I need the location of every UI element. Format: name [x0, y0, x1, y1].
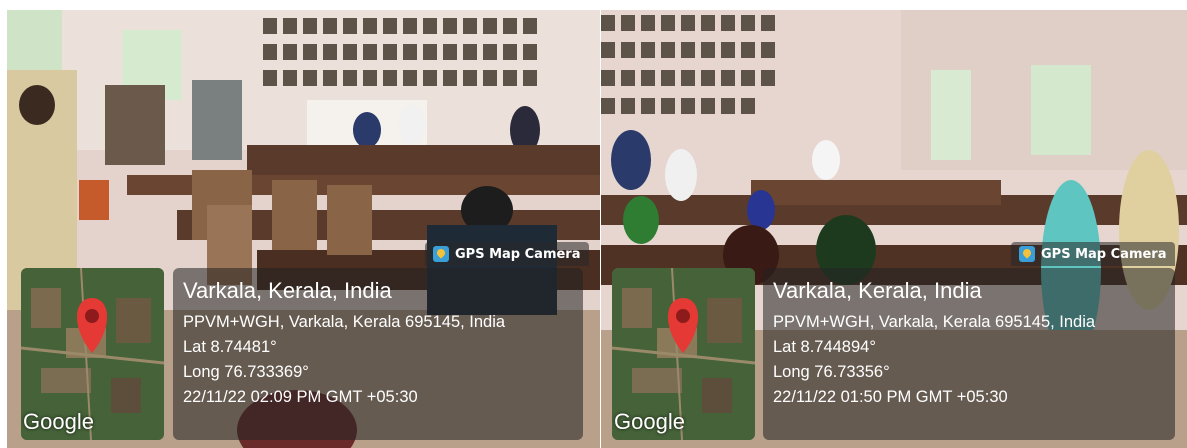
gps-map-camera-label: GPS Map Camera: [1041, 246, 1167, 262]
gps-map-camera-icon: [1019, 246, 1035, 262]
address-line: PPVM+WGH, Varkala, Kerala 695145, India: [183, 313, 506, 331]
satellite-map-thumbnail: Google: [612, 268, 755, 440]
place-name: Varkala, Kerala, India: [773, 278, 982, 303]
satellite-map-thumbnail: Google: [21, 268, 164, 440]
latitude-line: Lat 8.744894°: [773, 338, 876, 356]
datetime-line: 22/11/22 01:50 PM GMT +05:30: [773, 388, 1008, 406]
geotagged-photo-left: GPS Map Camera Google Varkala, Kerala, I…: [7, 10, 600, 448]
google-watermark: Google: [614, 409, 685, 434]
longitude-line: Long 76.733369°: [183, 363, 309, 381]
latitude-line: Lat 8.74481°: [183, 338, 277, 356]
datetime-line: 22/11/22 02:09 PM GMT +05:30: [183, 388, 418, 406]
gps-map-camera-tag: GPS Map Camera: [1011, 242, 1175, 266]
gps-map-camera-icon: [433, 246, 449, 262]
google-watermark: Google: [23, 409, 94, 434]
gps-map-camera-tag: GPS Map Camera: [425, 242, 589, 266]
address-line: PPVM+WGH, Varkala, Kerala 695145, India: [773, 313, 1096, 331]
longitude-line: Long 76.73356°: [773, 363, 890, 381]
geotagged-photo-right: GPS Map Camera Google Varkala, Kerala, I…: [601, 10, 1187, 448]
gps-map-camera-label: GPS Map Camera: [455, 246, 581, 262]
place-name: Varkala, Kerala, India: [183, 278, 392, 303]
location-info-box: Varkala, Kerala, India PPVM+WGH, Varkala…: [173, 268, 583, 440]
location-info-box: Varkala, Kerala, India PPVM+WGH, Varkala…: [763, 268, 1175, 440]
